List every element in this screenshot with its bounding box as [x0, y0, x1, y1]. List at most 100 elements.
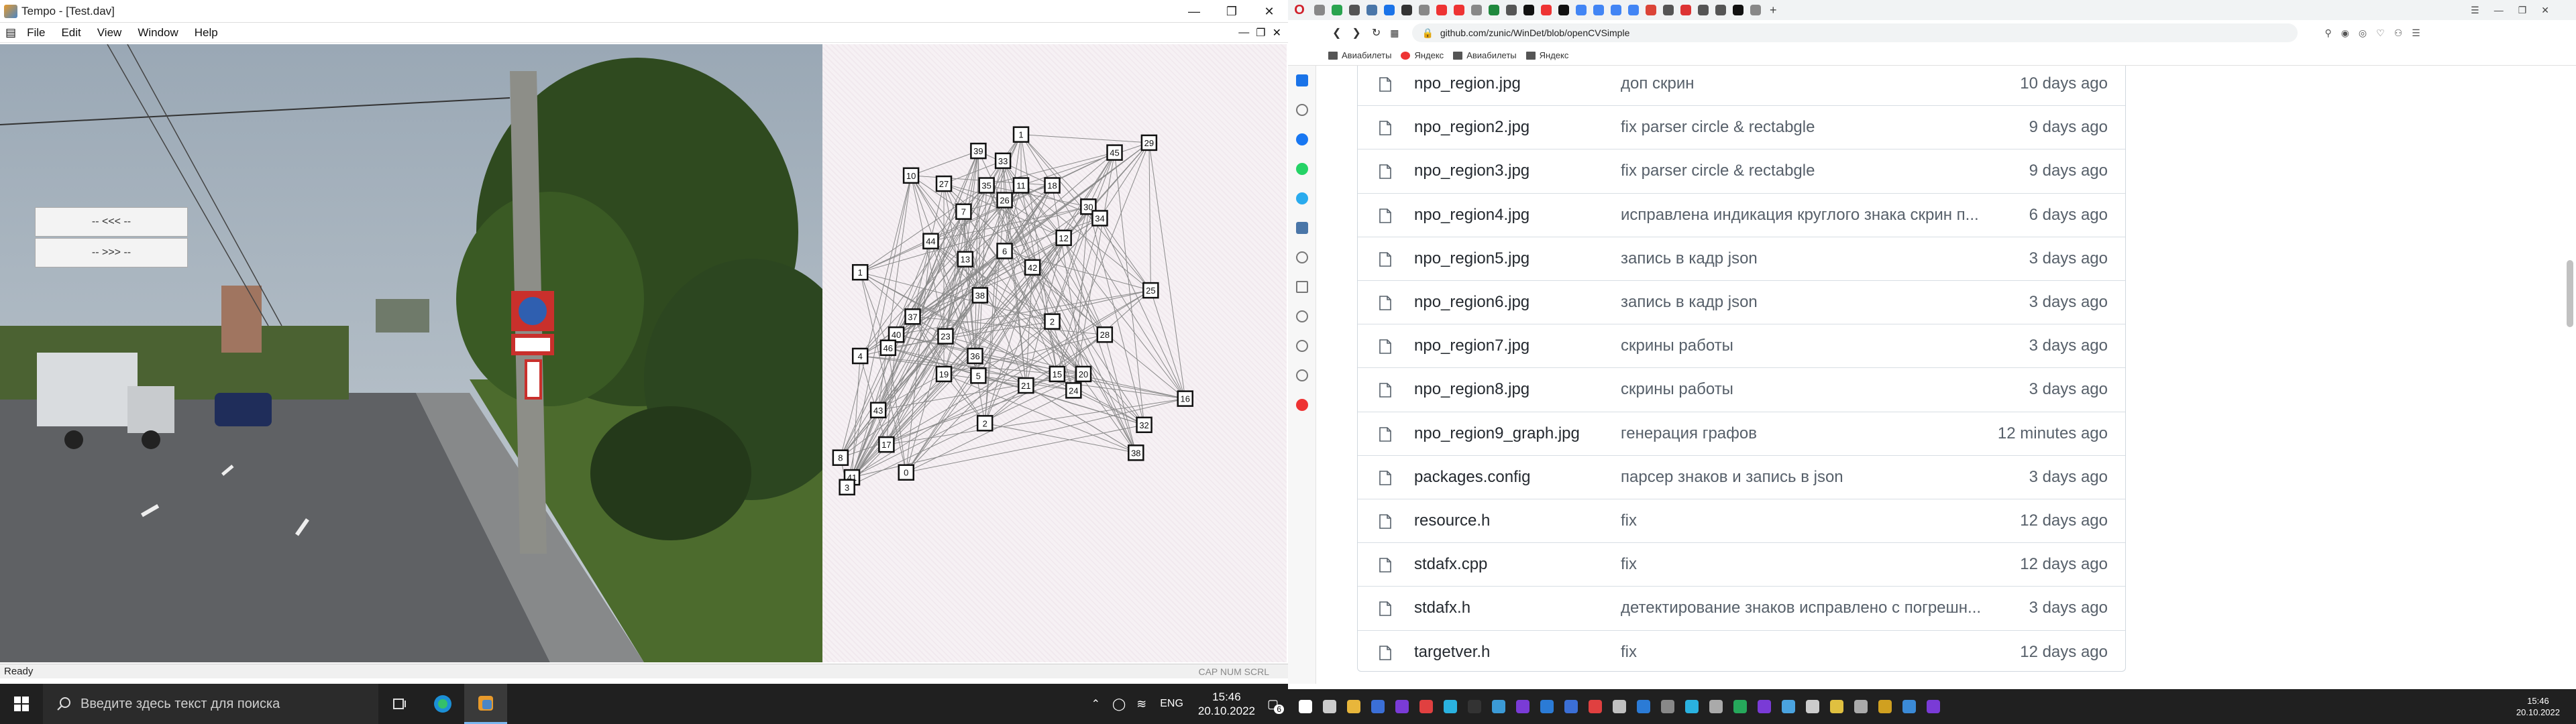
location-icon[interactable]	[1288, 390, 1316, 420]
heart-icon[interactable]	[1288, 302, 1316, 331]
start-button[interactable]	[0, 684, 43, 724]
taskbar-app-icon[interactable]	[1680, 689, 1704, 724]
history-icon[interactable]	[1288, 331, 1316, 361]
mdi-close-button[interactable]: ✕	[1273, 26, 1281, 40]
notification-icon[interactable]: ▢ 6	[1267, 697, 1284, 714]
tab-favicon-icon[interactable]	[1750, 5, 1761, 15]
tab-favicon-icon[interactable]	[1489, 5, 1499, 15]
whatsapp-icon[interactable]	[1288, 154, 1316, 184]
taskbar-app-icon[interactable]	[1656, 689, 1680, 724]
commit-message[interactable]: детектирование знаков исправлено с погре…	[1621, 599, 1981, 617]
tab-favicon-icon[interactable]	[1541, 5, 1552, 15]
commit-message[interactable]: fix parser circle & rectabgle	[1621, 118, 1815, 137]
file-name[interactable]: npo_region5.jpg	[1414, 249, 1529, 268]
tab-favicon-icon[interactable]	[1576, 5, 1587, 15]
taskbar-app-icon[interactable]	[1366, 689, 1390, 724]
taskbar-app-icon[interactable]	[1318, 689, 1342, 724]
commit-message[interactable]: исправлена индикация круглого знака скри…	[1621, 206, 1979, 225]
wifi-icon[interactable]: ≋	[1136, 697, 1146, 711]
file-name[interactable]: npo_region6.jpg	[1414, 293, 1529, 312]
file-row[interactable]: packages.config парсер знаков и запись в …	[1358, 455, 2125, 499]
file-name[interactable]: npo_region8.jpg	[1414, 380, 1529, 399]
window-controls[interactable]: ☰—❐✕	[2471, 5, 2564, 16]
taskbar-app-icon[interactable]	[1728, 689, 1752, 724]
task-view-icon[interactable]	[378, 684, 421, 724]
network-icon[interactable]: ◯	[1112, 697, 1126, 711]
opera-icon[interactable]: O	[1288, 3, 1311, 18]
taskbar-app-icon[interactable]	[1849, 689, 1873, 724]
tab-favicon-icon[interactable]	[1715, 5, 1726, 15]
speed-dial-icon[interactable]	[1288, 66, 1316, 95]
tempo-taskbar-icon[interactable]	[464, 684, 507, 724]
tab-favicon-icon[interactable]	[1366, 5, 1377, 15]
taskbar-search[interactable]: Введите здесь текст для поиска	[43, 684, 378, 724]
taskbar-app-icon[interactable]	[1342, 689, 1366, 724]
reload-icon[interactable]: ↻	[1372, 26, 1381, 40]
address-actions[interactable]: ⚲◉◎♡⚇☰	[2324, 27, 2429, 39]
taskbar-app-icon[interactable]	[1462, 689, 1487, 724]
tab-favicon-icon[interactable]	[1436, 5, 1447, 15]
tab-favicon-icon[interactable]	[1558, 5, 1569, 15]
tab-favicon-icon[interactable]	[1593, 5, 1604, 15]
tab-favicon-icon[interactable]	[1663, 5, 1674, 15]
file-row[interactable]: npo_region4.jpg исправлена индикация круг…	[1358, 192, 2125, 237]
file-row[interactable]: npo_region3.jpg fix parser circle & recta…	[1358, 149, 2125, 192]
prev-button[interactable]: -- <<< --	[35, 207, 188, 237]
doc-icon[interactable]: ▤	[0, 26, 19, 40]
url-field[interactable]: 🔒 github.com/zunic/WinDet/blob/openCVSim…	[1412, 23, 2298, 42]
back-icon[interactable]: ❮	[1332, 26, 1341, 40]
tab-favicon-icon[interactable]	[1314, 5, 1325, 15]
taskbar-app-icon[interactable]	[1921, 689, 1945, 724]
bookmark-2[interactable]: Яндекс	[1401, 50, 1444, 60]
tab-favicon-icon[interactable]	[1506, 5, 1517, 15]
bookmark-3[interactable]: Авиабилеты	[1453, 50, 1517, 60]
file-name[interactable]: packages.config	[1414, 468, 1530, 487]
taskbar-app-icon[interactable]	[1559, 689, 1583, 724]
tab-favicon-icon[interactable]	[1332, 5, 1342, 15]
taskbar-app-icon[interactable]	[1776, 689, 1801, 724]
maximize-button[interactable]: ❐	[1213, 0, 1250, 23]
taskbar-app-icon[interactable]	[1897, 689, 1921, 724]
tab-favicon-icon[interactable]	[1384, 5, 1395, 15]
file-row[interactable]: stdafx.cpp fix 12 days ago	[1358, 542, 2125, 586]
file-row[interactable]: targetver.h fix 12 days ago	[1358, 629, 2125, 674]
camera-icon[interactable]	[1288, 243, 1316, 272]
file-name[interactable]: npo_region3.jpg	[1414, 162, 1529, 180]
commit-message[interactable]: генерация графов	[1621, 424, 1757, 443]
taskbar-app-icon[interactable]	[1414, 689, 1438, 724]
file-row[interactable]: npo_region8.jpg скрины работы 3 days ago	[1358, 367, 2125, 411]
file-name[interactable]: resource.h	[1414, 511, 1490, 530]
tabs-grid-icon[interactable]: ▦	[1390, 27, 1399, 39]
commit-message[interactable]: скрины работы	[1621, 337, 1733, 355]
commit-message[interactable]: парсер знаков и запись в json	[1621, 468, 1843, 487]
menu-help[interactable]: Help	[186, 26, 226, 40]
tab-favicon-icon[interactable]	[1628, 5, 1639, 15]
bookmark-4[interactable]: Яндекс	[1525, 50, 1568, 60]
commit-message[interactable]: скрины работы	[1621, 380, 1733, 399]
file-row[interactable]: npo_region.jpg доп скрин 10 days ago	[1358, 66, 2125, 105]
mdi-minimize-button[interactable]: —	[1238, 27, 1249, 39]
taskbar-app-icon[interactable]	[1825, 689, 1849, 724]
tab-favicon-icon[interactable]	[1680, 5, 1691, 15]
facebook-icon[interactable]	[1288, 125, 1316, 154]
menu-edit[interactable]: Edit	[53, 26, 89, 40]
taskbar-app-icon[interactable]	[1487, 689, 1511, 724]
chevron-up-icon[interactable]: ⌃	[1091, 697, 1100, 711]
taskbar-app-icon[interactable]	[1801, 689, 1825, 724]
file-row[interactable]: npo_region2.jpg fix parser circle & recta…	[1358, 105, 2125, 149]
file-name[interactable]: npo_region2.jpg	[1414, 118, 1529, 137]
video-frame[interactable]: -- <<< -- -- >>> --	[0, 44, 822, 662]
next-button[interactable]: -- >>> --	[35, 238, 188, 267]
vk-icon[interactable]	[1288, 213, 1316, 243]
file-name[interactable]: npo_region9_graph.jpg	[1414, 424, 1580, 443]
scrollbar[interactable]	[2567, 66, 2573, 684]
pinboard-icon[interactable]	[1288, 95, 1316, 125]
file-row[interactable]: npo_region9_graph.jpg генерация графов 12 …	[1358, 411, 2125, 455]
tab-favicon-icon[interactable]	[1611, 5, 1621, 15]
tab-favicon-icon[interactable]	[1646, 5, 1656, 15]
taskbar-app-icon[interactable]	[1583, 689, 1607, 724]
file-row[interactable]: npo_region6.jpg запись в кадр json 3 days …	[1358, 280, 2125, 324]
menu-window[interactable]: Window	[129, 26, 186, 40]
taskbar-app-icon[interactable]	[1873, 689, 1897, 724]
commit-message[interactable]: fix parser circle & rectabgle	[1621, 162, 1815, 180]
